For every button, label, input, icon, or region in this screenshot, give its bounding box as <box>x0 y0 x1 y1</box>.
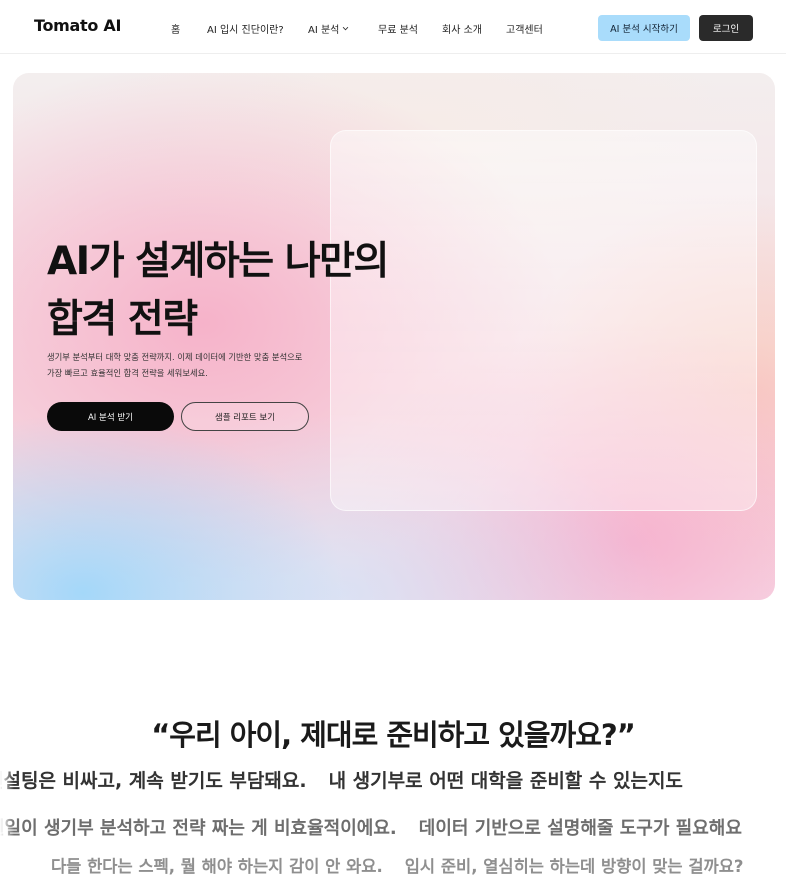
hero-glass-panel <box>330 130 757 511</box>
nav-ai-analysis-label: AI 분석 <box>308 25 340 36</box>
hero-description-line2: 가장 빠르고 효율적인 합격 전략을 세워보세요. <box>47 368 208 378</box>
testimonial-quote: 입시 준비, 열심히는 하는데 방향이 맞는 걸까요? <box>404 857 744 876</box>
testimonial-quote: 내 생기부로 어떤 대학을 준비할 수 있는지도 <box>328 770 683 792</box>
section-quote-title: “우리 아이, 제대로 준비하고 있을까요?” <box>151 718 636 752</box>
testimonial-quote: 일일이 생기부 분석하고 전략 짜는 게 비효율적이에요. <box>0 818 397 839</box>
nav-home[interactable]: 홈 <box>171 21 180 36</box>
hero-title-line2: 합격 전략 <box>47 297 198 342</box>
hero-description-line1: 생기부 분석부터 대학 맞춤 전략까지. 이제 데이터에 기반한 맞춤 분석으로 <box>47 352 303 362</box>
nav-support[interactable]: 고객센터 <box>506 21 543 36</box>
hero-banner: AI가 설계하는 나만의 합격 전략 생기부 분석부터 대학 맞춤 전략까지. … <box>13 73 775 600</box>
marquee-fade-right <box>772 760 786 881</box>
start-analysis-button[interactable]: AI 분석 시작하기 <box>598 15 690 41</box>
marquee-fade-left <box>0 760 14 881</box>
hero-title-line1: AI가 설계하는 나만의 <box>47 239 389 284</box>
nav-about[interactable]: 회사 소개 <box>442 21 482 36</box>
view-sample-report-button[interactable]: 샘플 리포트 보기 <box>181 402 309 431</box>
testimonial-marquee-row-2: 일일이 생기부 분석하고 전략 짜는 게 비효율적이에요. 데이터 기반으로 설명… <box>0 814 786 844</box>
nav-ai-analysis[interactable]: AI 분석 <box>308 21 349 36</box>
hero-title: AI가 설계하는 나만의 합격 전략 <box>47 233 389 349</box>
testimonial-marquee-row-3: 다들 한다는 스펙, 뭘 해야 하는지 감이 안 와요. 입시 준비, 열심히는 … <box>0 853 786 881</box>
top-header: Tomato AI 홈 AI 입시 진단이란? AI 분석 무료 분석 회사 소… <box>0 0 786 54</box>
nav-free-analysis[interactable]: 무료 분석 <box>378 21 418 36</box>
chevron-down-icon <box>343 26 349 31</box>
brand-logo[interactable]: Tomato AI <box>34 16 121 35</box>
testimonial-quote: 데이터 기반으로 설명해줄 도구가 필요해요 <box>418 818 742 839</box>
testimonial-quote: 컨설팅은 비싸고, 계속 받기도 부담돼요. <box>0 770 307 792</box>
login-button[interactable]: 로그인 <box>699 15 753 41</box>
nav-ai-diagnosis[interactable]: AI 입시 진단이란? <box>207 21 284 36</box>
testimonial-marquee-row-1: 컨설팅은 비싸고, 계속 받기도 부담돼요. 내 생기부로 어떤 대학을 준비할 … <box>0 766 786 796</box>
testimonial-quote: 다들 한다는 스펙, 뭘 해야 하는지 감이 안 와요. <box>51 857 383 876</box>
hero-description: 생기부 분석부터 대학 맞춤 전략까지. 이제 데이터에 기반한 맞춤 분석으로… <box>47 349 302 381</box>
get-ai-analysis-button[interactable]: AI 분석 받기 <box>47 402 174 431</box>
